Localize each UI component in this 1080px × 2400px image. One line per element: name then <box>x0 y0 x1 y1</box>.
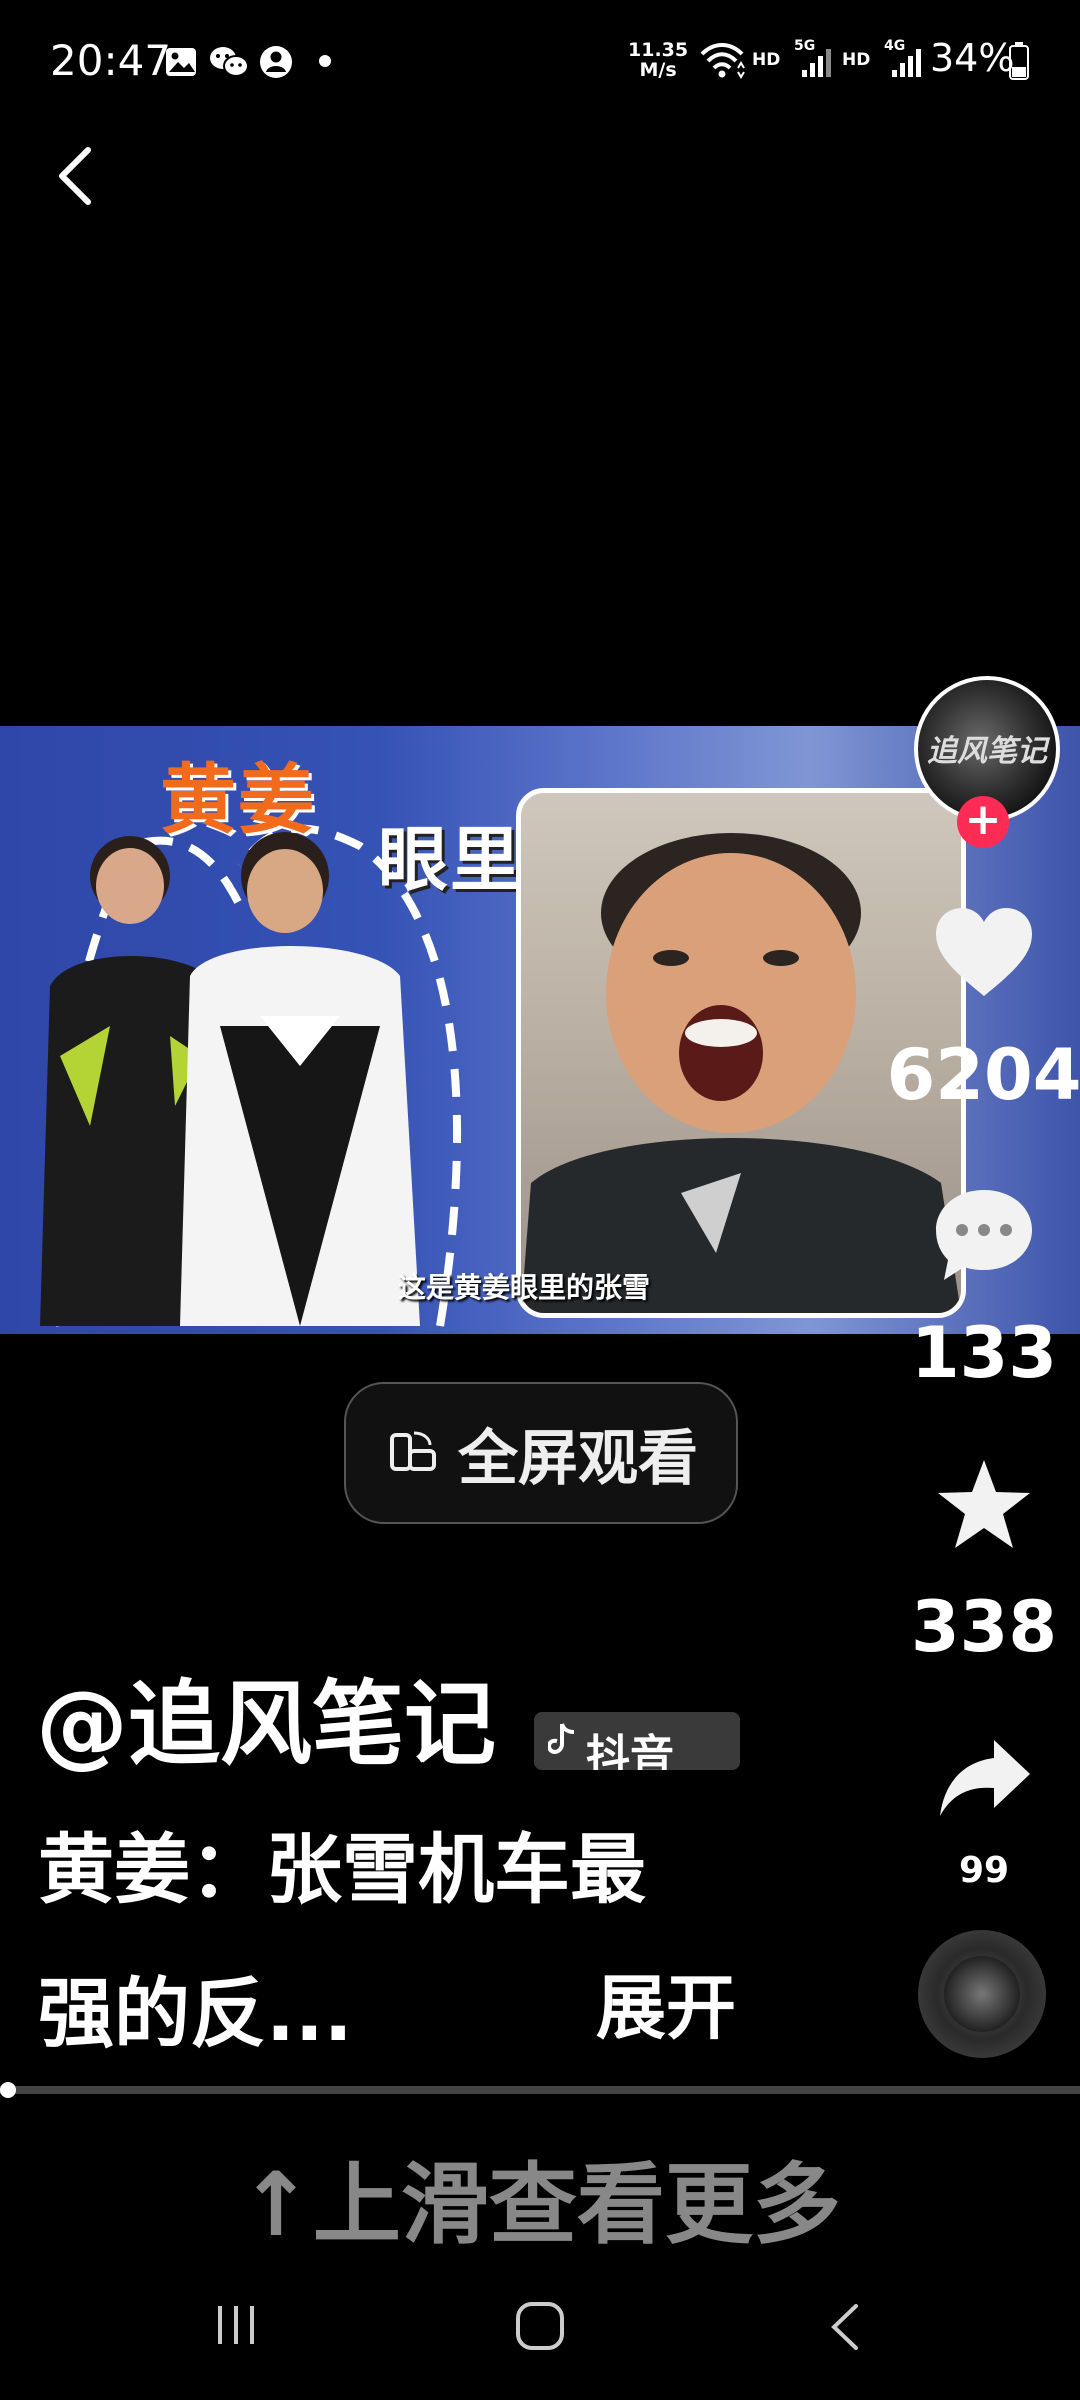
rotate-screen-icon <box>390 1431 436 1471</box>
recents-icon[interactable] <box>212 2300 262 2350</box>
signal-icon-2 <box>892 49 921 77</box>
status-bar: 20:47 11.35 M/s HD 5G HD 4G 34% <box>0 0 1080 120</box>
comment-icon[interactable] <box>930 1184 1038 1284</box>
video-player[interactable]: 黄姜 眼里的张雪 这是黄姜眼里的张雪 <box>0 726 1080 1334</box>
dot-icon <box>319 55 331 67</box>
description-line2: 强的反... <box>38 1969 353 2058</box>
speed-value: 11.35 <box>628 39 689 61</box>
home-icon[interactable] <box>514 2300 568 2354</box>
speed-unit: M/s <box>639 59 677 81</box>
progress-handle[interactable] <box>0 2082 16 2098</box>
favorite-count: 338 <box>910 1586 1058 1668</box>
follow-button[interactable]: + <box>957 796 1009 848</box>
hd-label-2: HD <box>842 50 871 70</box>
gallery-icon <box>166 48 196 76</box>
tiktok-note-icon <box>548 1723 575 1755</box>
like-count: 6204 <box>886 1034 1080 1116</box>
account-icon <box>260 46 292 78</box>
share-arrow-icon[interactable] <box>936 1738 1032 1818</box>
platform-tag-text: 抖音 <box>586 1731 674 1770</box>
swipe-up-hint: ↑上滑查看更多 <box>239 2153 841 2256</box>
chevron-left-icon <box>59 147 91 205</box>
video-caption: 这是黄姜眼里的张雪 <box>398 1271 651 1304</box>
wifi-icon <box>700 43 745 79</box>
author-name[interactable]: @追风笔记 <box>36 1650 496 1783</box>
fullscreen-button[interactable]: 全屏观看 <box>344 1382 738 1524</box>
avatar-logo-text: 追风笔记 <box>927 734 1047 769</box>
network-speed: 11.35 M/s <box>628 40 688 80</box>
description-line1: 黄姜：张雪机车最 <box>38 1825 646 1914</box>
system-nav-bar <box>0 2270 1080 2400</box>
favorite-star-icon[interactable] <box>934 1456 1034 1552</box>
expand-button[interactable]: 展开 <box>596 1952 736 2053</box>
platform-tag: 抖音 <box>534 1712 740 1770</box>
fullscreen-label: 全屏观看 <box>458 1423 698 1494</box>
video-title-line1: 黄姜 <box>160 755 316 844</box>
share-count: 99 <box>958 1850 1010 1891</box>
music-disc[interactable] <box>918 1930 1046 2058</box>
nav-back-icon[interactable] <box>820 2300 870 2354</box>
battery-icon <box>1009 42 1029 80</box>
music-disc-cover <box>944 1956 1020 2032</box>
like-heart-icon[interactable] <box>932 906 1036 1002</box>
video-progress-bar[interactable] <box>0 2086 1080 2094</box>
battery-percent: 34% <box>930 36 1015 80</box>
wechat-icon <box>210 47 249 77</box>
back-button[interactable] <box>40 130 110 220</box>
status-time: 20:47 <box>50 36 172 85</box>
comment-count: 133 <box>910 1312 1058 1394</box>
signal-icon <box>802 49 831 77</box>
hd-label-1: HD <box>752 50 781 70</box>
